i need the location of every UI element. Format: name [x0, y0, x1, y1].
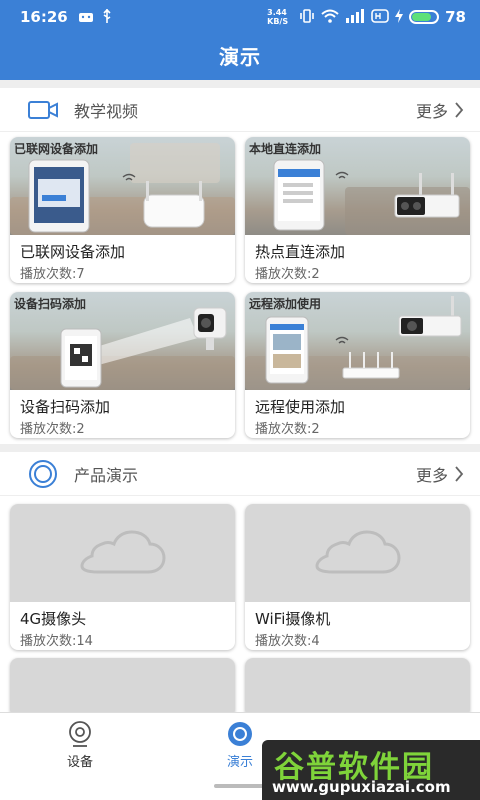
app-header: 16:26 3.44 KB/S 78 演示	[0, 0, 480, 80]
chevron-right-icon	[455, 465, 464, 482]
camera-icon	[67, 721, 93, 747]
tutorial-more-label: 更多	[415, 101, 448, 121]
tutorial-card-2[interactable]: 本地直连添加 热点直连添加 播放次数:2	[245, 137, 470, 283]
wifi-signal-icon	[335, 171, 349, 179]
card-title: 已联网设备添加	[20, 243, 126, 261]
wifi-signal-icon	[335, 336, 349, 344]
product-title: 产品演示	[74, 465, 139, 485]
router-image	[342, 352, 400, 379]
product-card-1[interactable]: 4G摄像头 播放次数:14	[10, 504, 235, 650]
status-time: 16:26	[20, 8, 68, 26]
camera-image	[193, 307, 227, 350]
tutorial-title: 教学视频	[74, 101, 139, 121]
video-thumbnail: 已联网设备添加	[10, 137, 235, 235]
home-indicator	[214, 784, 266, 788]
tutorial-more-button[interactable]: 更多	[416, 98, 464, 122]
charging-icon	[395, 8, 404, 26]
product-more-button[interactable]: 更多	[416, 462, 464, 486]
watermark-url: www.gupuxiazai.com	[272, 778, 451, 796]
phone-image	[273, 159, 325, 231]
card-title: WiFi摄像机	[255, 610, 331, 628]
usb-icon	[102, 8, 112, 26]
play-count: 播放次数:2	[20, 422, 85, 437]
card-title: 热点直连添加	[255, 243, 346, 261]
vibrate-icon	[299, 8, 315, 26]
video-thumbnail	[245, 504, 470, 602]
signal-icon	[345, 8, 365, 26]
battery-icon	[409, 10, 440, 24]
video-thumbnail	[10, 658, 235, 718]
chevron-right-icon	[455, 101, 464, 118]
play-count: 播放次数:7	[20, 267, 85, 282]
product-card-4[interactable]	[245, 658, 470, 718]
tab-devices[interactable]: 设备	[20, 713, 140, 783]
net-speed: 3.44 KB/S	[267, 8, 289, 26]
tutorial-section: 教学视频 更多 已联网设备添加 已联网设备添加 播放次数:7 本地直连添加 热点…	[0, 88, 480, 444]
cloud-icon	[314, 530, 401, 574]
camera-image	[394, 173, 460, 218]
video-thumbnail: 远程添加使用	[245, 292, 470, 390]
card-title: 4G摄像头	[20, 610, 87, 628]
card-title: 设备扫码添加	[20, 398, 111, 416]
product-section: 产品演示 更多 4G摄像头 播放次数:14 WiFi摄像机 播放次数:4	[0, 452, 480, 718]
phone-image	[28, 159, 90, 233]
tutorial-card-3[interactable]: 设备扫码添加 设备扫码添加 播放次数:2	[10, 292, 235, 438]
video-thumbnail: 设备扫码添加	[10, 292, 235, 390]
router-image	[143, 181, 205, 228]
video-camera-icon	[28, 99, 58, 121]
tab-demo-label: 演示	[226, 755, 253, 770]
thumbnail-caption: 已联网设备添加	[14, 142, 99, 156]
product-more-label: 更多	[415, 465, 448, 485]
cloud-icon	[79, 530, 166, 574]
play-count: 播放次数:2	[255, 267, 320, 282]
product-header: 产品演示 更多	[0, 452, 480, 496]
watermark-logo: 谷普软件园 www.gupuxiazai.com	[262, 740, 480, 800]
tutorial-card-1[interactable]: 已联网设备添加 已联网设备添加 播放次数:7	[10, 137, 235, 283]
android-icon	[78, 10, 94, 25]
product-demo-icon	[28, 459, 58, 488]
thumbnail-caption: 设备扫码添加	[14, 297, 87, 311]
status-right: 3.44 KB/S 78	[267, 8, 466, 26]
demo-icon	[227, 721, 253, 747]
play-count: 播放次数:4	[255, 634, 320, 649]
page-title: 演示	[219, 45, 261, 69]
video-thumbnail	[10, 504, 235, 602]
thumbnail-caption: 远程添加使用	[249, 297, 322, 311]
video-thumbnail	[245, 658, 470, 718]
phone-image	[265, 316, 309, 384]
wifi-icon	[321, 9, 339, 26]
camera-image	[398, 296, 462, 337]
product-card-3[interactable]	[10, 658, 235, 718]
hd-icon	[371, 8, 389, 26]
wifi-signal-icon	[122, 173, 136, 181]
tutorial-header: 教学视频 更多	[0, 88, 480, 132]
tutorial-card-4[interactable]: 远程添加使用 远程使用添加 播放次数:2	[245, 292, 470, 438]
card-title: 远程使用添加	[255, 398, 346, 416]
battery-level: 78	[445, 8, 466, 26]
play-count: 播放次数:14	[20, 634, 93, 649]
thumbnail-caption: 本地直连添加	[249, 142, 322, 156]
video-thumbnail: 本地直连添加	[245, 137, 470, 235]
phone-image	[60, 328, 102, 388]
status-bar: 16:26 3.44 KB/S 78	[0, 0, 480, 34]
play-count: 播放次数:2	[255, 422, 320, 437]
tab-devices-label: 设备	[66, 755, 93, 770]
product-card-2[interactable]: WiFi摄像机 播放次数:4	[245, 504, 470, 650]
